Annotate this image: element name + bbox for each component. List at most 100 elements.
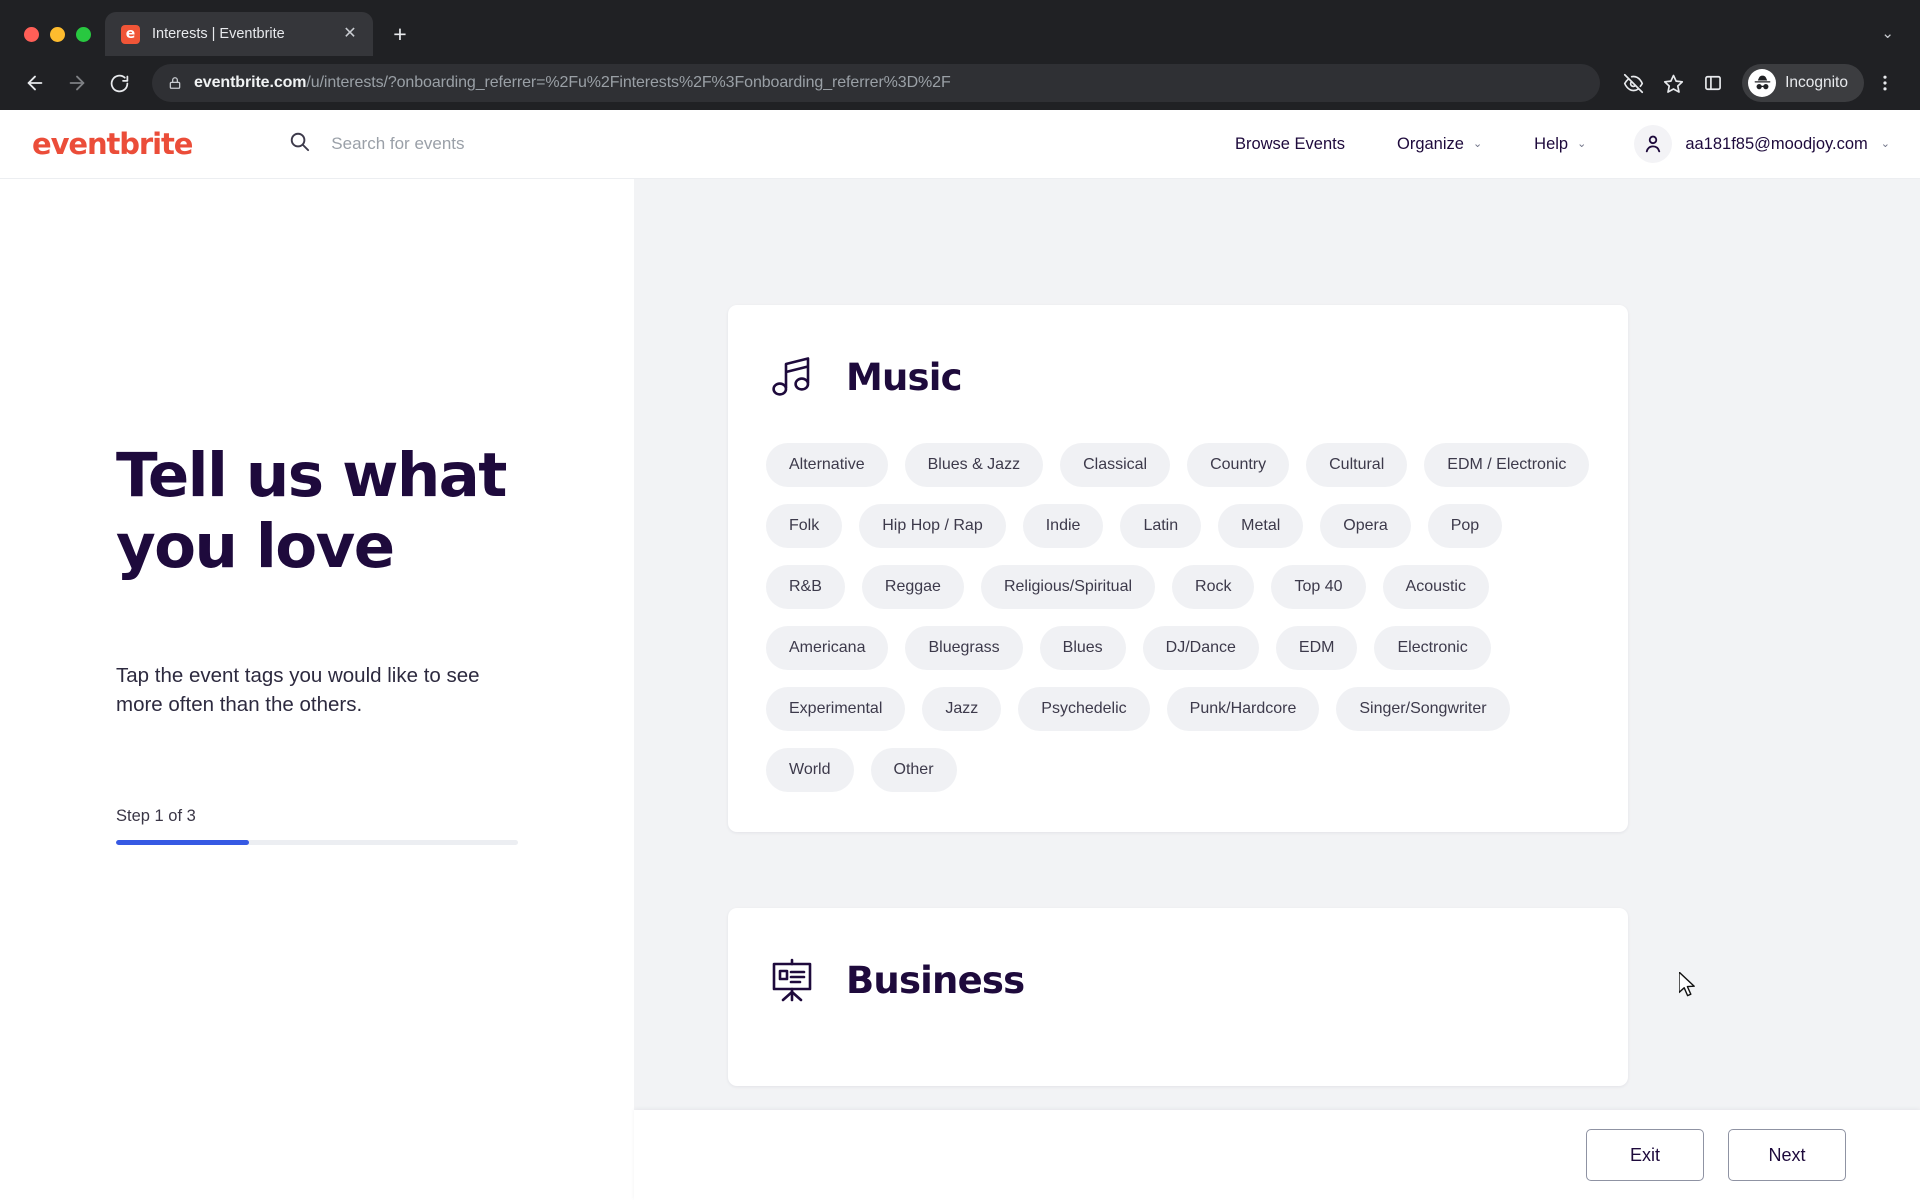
category-header: Business — [766, 954, 1590, 1006]
category-title: Business — [846, 958, 1025, 1002]
interest-tag[interactable]: Rock — [1172, 565, 1255, 609]
nav-organize[interactable]: Organize ⌄ — [1371, 135, 1508, 154]
interest-tag[interactable]: Psychedelic — [1018, 687, 1150, 731]
chevron-down-icon: ⌄ — [1577, 137, 1587, 150]
interest-tag[interactable]: Pop — [1427, 504, 1503, 548]
nav-browse-events[interactable]: Browse Events — [1209, 135, 1371, 154]
header-search[interactable]: Search for events — [288, 130, 1209, 158]
nav-help[interactable]: Help ⌄ — [1508, 135, 1612, 154]
header-nav: Browse Events Organize ⌄ Help ⌄ aa181f85… — [1209, 125, 1890, 163]
chevron-down-icon: ⌄ — [1880, 137, 1890, 150]
minimize-window-button[interactable] — [50, 27, 65, 42]
window-traffic-lights — [18, 27, 105, 56]
interest-tag[interactable]: Experimental — [766, 687, 906, 731]
interest-tag[interactable]: Reggae — [861, 565, 964, 609]
account-menu[interactable]: aa181f85@moodjoy.com ⌄ — [1612, 125, 1890, 163]
url-text: eventbrite.com/u/interests/?onboarding_r… — [194, 74, 951, 92]
mouse-cursor — [1678, 971, 1699, 1000]
presentation-board-icon — [766, 954, 818, 1006]
nav-label: Organize — [1396, 134, 1464, 153]
new-tab-button[interactable]: + — [383, 17, 417, 51]
nav-label: Help — [1534, 134, 1569, 153]
eventbrite-logo[interactable]: eventbrite — [32, 127, 193, 161]
page-title: Tell us what you love — [116, 440, 507, 582]
interest-tag[interactable]: Opera — [1320, 504, 1411, 548]
interest-tag[interactable]: Electronic — [1374, 626, 1491, 670]
incognito-label: Incognito — [1785, 74, 1848, 91]
interest-tag[interactable]: Blues & Jazz — [904, 443, 1044, 487]
interest-tag[interactable]: Country — [1187, 443, 1290, 487]
back-icon[interactable] — [16, 64, 54, 102]
tag-row: Experimental Jazz Psychedelic Punk/Hardcore… — [766, 687, 1590, 731]
tag-row: R&B Reggae Religious/Spiritual Rock Top 40 Ac… — [766, 565, 1590, 609]
address-bar[interactable]: eventbrite.com/u/interests/?onboarding_r… — [152, 64, 1601, 102]
tracking-protection-eye-off-icon[interactable] — [1614, 64, 1652, 102]
interest-tag[interactable]: Bluegrass — [905, 626, 1023, 670]
progress-track — [116, 839, 518, 845]
interest-tag[interactable]: Alternative — [766, 443, 888, 487]
interest-tag[interactable]: Metal — [1218, 504, 1304, 548]
incognito-indicator[interactable]: Incognito — [1742, 64, 1864, 102]
interest-tag[interactable]: Jazz — [922, 687, 1002, 731]
exit-button[interactable]: Exit — [1586, 1129, 1704, 1181]
forward-icon[interactable] — [58, 64, 96, 102]
browser-tab-strip: e Interests | Eventbrite ✕ + ⌄ — [0, 0, 1920, 56]
interest-tag[interactable]: World — [766, 748, 854, 792]
interest-tag[interactable]: Latin — [1120, 504, 1202, 548]
page-viewport: eventbrite Search for events Browse Even… — [0, 110, 1920, 1200]
page-subtitle: Tap the event tags you would like to see… — [116, 663, 480, 716]
maximize-window-button[interactable] — [76, 27, 91, 42]
browser-tab[interactable]: e Interests | Eventbrite ✕ — [105, 12, 373, 56]
category-card-business: Business — [728, 908, 1628, 1086]
avatar — [1634, 125, 1673, 163]
side-panel-icon[interactable] — [1694, 64, 1732, 102]
interest-tag[interactable]: Religious/Spiritual — [980, 565, 1156, 609]
interest-tag[interactable]: Blues — [1039, 626, 1126, 670]
tag-row: Folk Hip Hop / Rap Indie Latin Metal Opera Pop — [766, 504, 1590, 548]
tag-list-music: Alternative Blues & Jazz Classical Country C… — [766, 443, 1590, 792]
search-input[interactable]: Search for events — [331, 134, 464, 154]
account-email: aa181f85@moodjoy.com — [1685, 134, 1868, 153]
browser-toolbar: eventbrite.com/u/interests/?onboarding_r… — [0, 56, 1920, 110]
tag-row: Alternative Blues & Jazz Classical Country C… — [766, 443, 1590, 487]
interest-tag[interactable]: Acoustic — [1382, 565, 1489, 609]
reload-icon[interactable] — [100, 64, 138, 102]
page-body: Tell us what you love Tap the event tags… — [0, 179, 1920, 1200]
site-header: eventbrite Search for events Browse Even… — [0, 110, 1920, 179]
close-window-button[interactable] — [24, 27, 39, 42]
interest-tag[interactable]: Singer/Songwriter — [1336, 687, 1510, 731]
interest-tag[interactable]: Top 40 — [1271, 565, 1366, 609]
close-tab-icon[interactable]: ✕ — [339, 23, 361, 45]
interest-tag[interactable]: Americana — [766, 626, 889, 670]
interest-tag[interactable]: Punk/Hardcore — [1166, 687, 1320, 731]
tab-search-chevron-icon[interactable]: ⌄ — [1881, 24, 1920, 56]
category-header: Music — [766, 351, 1590, 403]
interest-tag[interactable]: Other — [870, 748, 957, 792]
step-label: Step 1 of 3 — [116, 806, 196, 825]
toolbar-actions: Incognito — [1614, 64, 1904, 102]
music-note-icon — [766, 351, 818, 403]
intro-panel: Tell us what you love Tap the event tags… — [0, 179, 634, 1200]
next-button[interactable]: Next — [1728, 1129, 1846, 1181]
step-progress: Step 1 of 3 — [116, 807, 518, 845]
progress-fill — [116, 839, 249, 845]
browser-window: e Interests | Eventbrite ✕ + ⌄ eventbrit… — [0, 0, 1920, 1200]
category-card-music: Music Alternative Blues & Jazz Classical Co… — [728, 305, 1628, 832]
url-host: eventbrite.com — [194, 74, 307, 91]
interest-tag[interactable]: DJ/Dance — [1142, 626, 1259, 670]
incognito-avatar-icon — [1748, 69, 1777, 97]
interest-tag[interactable]: EDM — [1275, 626, 1358, 670]
site-lock-icon — [168, 76, 182, 90]
interest-tag[interactable]: Classical — [1060, 443, 1171, 487]
interest-tag[interactable]: EDM / Electronic — [1424, 443, 1590, 487]
interest-tag[interactable]: Folk — [766, 504, 843, 548]
chrome-menu-icon[interactable] — [1866, 64, 1904, 102]
interest-tag[interactable]: Cultural — [1306, 443, 1408, 487]
eventbrite-favicon-icon: e — [121, 24, 140, 44]
bookmark-star-icon[interactable] — [1654, 64, 1692, 102]
interest-tag[interactable]: Indie — [1022, 504, 1104, 548]
url-path: /u/interests/?onboarding_referrer=%2Fu%2… — [306, 74, 951, 91]
interest-tag[interactable]: Hip Hop / Rap — [859, 504, 1006, 548]
tab-title: Interests | Eventbrite — [152, 26, 285, 42]
interest-tag[interactable]: R&B — [766, 565, 845, 609]
